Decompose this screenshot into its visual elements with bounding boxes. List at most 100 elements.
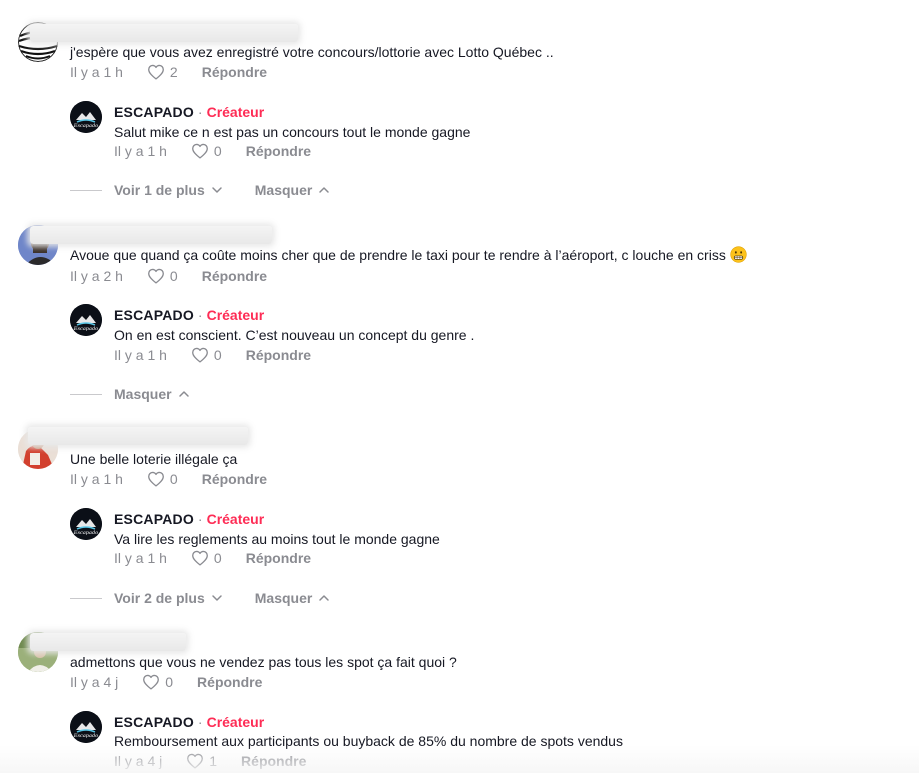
chevron-down-icon bbox=[212, 187, 222, 193]
reply-header: ESCAPADO · Créateur bbox=[114, 306, 264, 324]
view-more-label: Voir 2 de plus bbox=[114, 590, 205, 606]
reply-timestamp: Il y a 4 j bbox=[114, 753, 163, 769]
svg-text:Escapado: Escapado bbox=[73, 733, 98, 739]
like-button[interactable]: 0 bbox=[191, 143, 222, 159]
reply-button[interactable]: Répondre bbox=[202, 268, 267, 284]
separator-dot: · bbox=[197, 307, 203, 323]
like-button[interactable]: 0 bbox=[191, 550, 222, 566]
view-more-replies-button[interactable]: Voir 1 de plus bbox=[114, 182, 223, 198]
separator-dot: · bbox=[197, 104, 203, 120]
like-button[interactable]: 0 bbox=[191, 347, 222, 363]
heart-outline-icon bbox=[143, 674, 160, 690]
view-more-label: Voir 1 de plus bbox=[114, 182, 205, 198]
heart-outline-icon bbox=[191, 143, 208, 159]
divider bbox=[70, 597, 102, 599]
creator-name[interactable]: ESCAPADO bbox=[114, 510, 194, 528]
divider bbox=[70, 189, 102, 191]
redacted-username bbox=[30, 633, 186, 651]
hide-label: Masquer bbox=[254, 182, 313, 198]
reply-timestamp: Il y a 1 h bbox=[114, 347, 167, 363]
view-more-replies-button[interactable]: Voir 2 de plus bbox=[114, 590, 223, 606]
hide-label: Masquer bbox=[254, 590, 313, 606]
grimacing-face-emoji bbox=[730, 246, 747, 263]
like-count: 0 bbox=[169, 471, 178, 487]
creator-name[interactable]: ESCAPADO bbox=[114, 713, 194, 731]
hide-replies-button[interactable]: Masquer bbox=[255, 590, 331, 606]
comment-body: Avoue que quand ça coûte moins cher que … bbox=[70, 247, 726, 263]
reply-actions: Il y a 1 h 0 Répondre bbox=[114, 142, 311, 160]
like-button[interactable]: 1 bbox=[186, 753, 217, 769]
like-count: 0 bbox=[169, 268, 178, 284]
redacted-username bbox=[30, 24, 298, 42]
comment-actions: Il y a 1 h 2 Répondre bbox=[70, 63, 267, 81]
heart-outline-icon bbox=[147, 268, 164, 284]
reply-text: Va lire les reglements au moins tout le … bbox=[114, 531, 440, 547]
replies-controls: Masquer bbox=[70, 385, 222, 403]
reply-text: On en est conscient. C’est nouveau un co… bbox=[114, 327, 475, 343]
comment-actions: Il y a 1 h 0 Répondre bbox=[70, 470, 267, 488]
creator-badge: Créateur bbox=[206, 104, 265, 120]
comment-timestamp: Il y a 1 h bbox=[70, 64, 123, 80]
creator-avatar[interactable]: Escapado bbox=[70, 304, 102, 336]
like-count: 0 bbox=[213, 550, 222, 566]
reply-button[interactable]: Répondre bbox=[241, 753, 306, 769]
reply-button[interactable]: Répondre bbox=[246, 550, 311, 566]
reply-timestamp: Il y a 1 h bbox=[114, 550, 167, 566]
comment-timestamp: Il y a 2 h bbox=[70, 268, 123, 284]
creator-avatar[interactable]: Escapado bbox=[70, 101, 102, 133]
heart-outline-icon bbox=[191, 550, 208, 566]
creator-name[interactable]: ESCAPADO bbox=[114, 306, 194, 324]
separator-dot: · bbox=[197, 714, 203, 730]
comment-thread: Une belle loterie illégale ça Il y a 1 h… bbox=[0, 410, 919, 615]
creator-badge: Créateur bbox=[206, 511, 265, 527]
comment-timestamp: Il y a 4 j bbox=[70, 674, 119, 690]
comment-actions: Il y a 2 h 0 Répondre bbox=[70, 267, 267, 285]
reply-header: ESCAPADO · Créateur bbox=[114, 713, 264, 731]
replies-controls: Voir 2 de plus Masquer bbox=[70, 589, 362, 607]
reply-button[interactable]: Répondre bbox=[202, 471, 267, 487]
comment-thread: admettons que vous ne vendez pas tous le… bbox=[0, 615, 919, 773]
hide-replies-button[interactable]: Masquer bbox=[114, 386, 190, 402]
redacted-username bbox=[30, 226, 272, 244]
comment-thread: j'espère que vous avez enregistré votre … bbox=[0, 0, 919, 205]
reply-header: ESCAPADO · Créateur bbox=[114, 510, 264, 528]
svg-text:Escapado: Escapado bbox=[73, 326, 98, 332]
creator-avatar[interactable]: Escapado bbox=[70, 508, 102, 540]
chevron-up-icon bbox=[319, 187, 330, 193]
creator-badge: Créateur bbox=[206, 307, 265, 323]
chevron-down-icon bbox=[212, 595, 222, 601]
reply-header: ESCAPADO · Créateur bbox=[114, 103, 264, 121]
reply-button[interactable]: Répondre bbox=[197, 674, 262, 690]
separator-dot: · bbox=[197, 511, 203, 527]
comment-text: admettons que vous ne vendez pas tous le… bbox=[70, 654, 457, 670]
like-button[interactable]: 0 bbox=[147, 268, 178, 284]
svg-text:Escapado: Escapado bbox=[73, 123, 98, 129]
comment-text: Avoue que quand ça coûte moins cher que … bbox=[70, 246, 747, 264]
like-count: 0 bbox=[213, 143, 222, 159]
hide-label: Masquer bbox=[114, 386, 172, 402]
creator-avatar[interactable]: Escapado bbox=[70, 711, 102, 743]
reply-button[interactable]: Répondre bbox=[246, 347, 311, 363]
reply-button[interactable]: Répondre bbox=[246, 143, 311, 159]
redacted-username bbox=[28, 427, 248, 445]
comment-text: j'espère que vous avez enregistré votre … bbox=[70, 44, 554, 60]
like-button[interactable]: 2 bbox=[147, 64, 178, 80]
reply-actions: Il y a 1 h 0 Répondre bbox=[114, 346, 311, 364]
comment-thread: Avoue que quand ça coûte moins cher que … bbox=[0, 205, 919, 410]
heart-outline-icon bbox=[147, 471, 164, 487]
reply-button[interactable]: Répondre bbox=[202, 64, 267, 80]
creator-name[interactable]: ESCAPADO bbox=[114, 103, 194, 121]
divider bbox=[70, 393, 102, 395]
heart-outline-icon bbox=[191, 347, 208, 363]
like-button[interactable]: 0 bbox=[142, 674, 173, 690]
comment-actions: Il y a 4 j 0 Répondre bbox=[70, 673, 262, 691]
comment-text: Une belle loterie illégale ça bbox=[70, 451, 238, 467]
reply-timestamp: Il y a 1 h bbox=[114, 143, 167, 159]
heart-outline-icon bbox=[187, 753, 204, 769]
comment-timestamp: Il y a 1 h bbox=[70, 471, 123, 487]
hide-replies-button[interactable]: Masquer bbox=[255, 182, 331, 198]
like-button[interactable]: 0 bbox=[147, 471, 178, 487]
reply-text: Salut mike ce n est pas un concours tout… bbox=[114, 124, 471, 140]
like-count: 0 bbox=[213, 347, 222, 363]
like-count: 0 bbox=[165, 674, 174, 690]
